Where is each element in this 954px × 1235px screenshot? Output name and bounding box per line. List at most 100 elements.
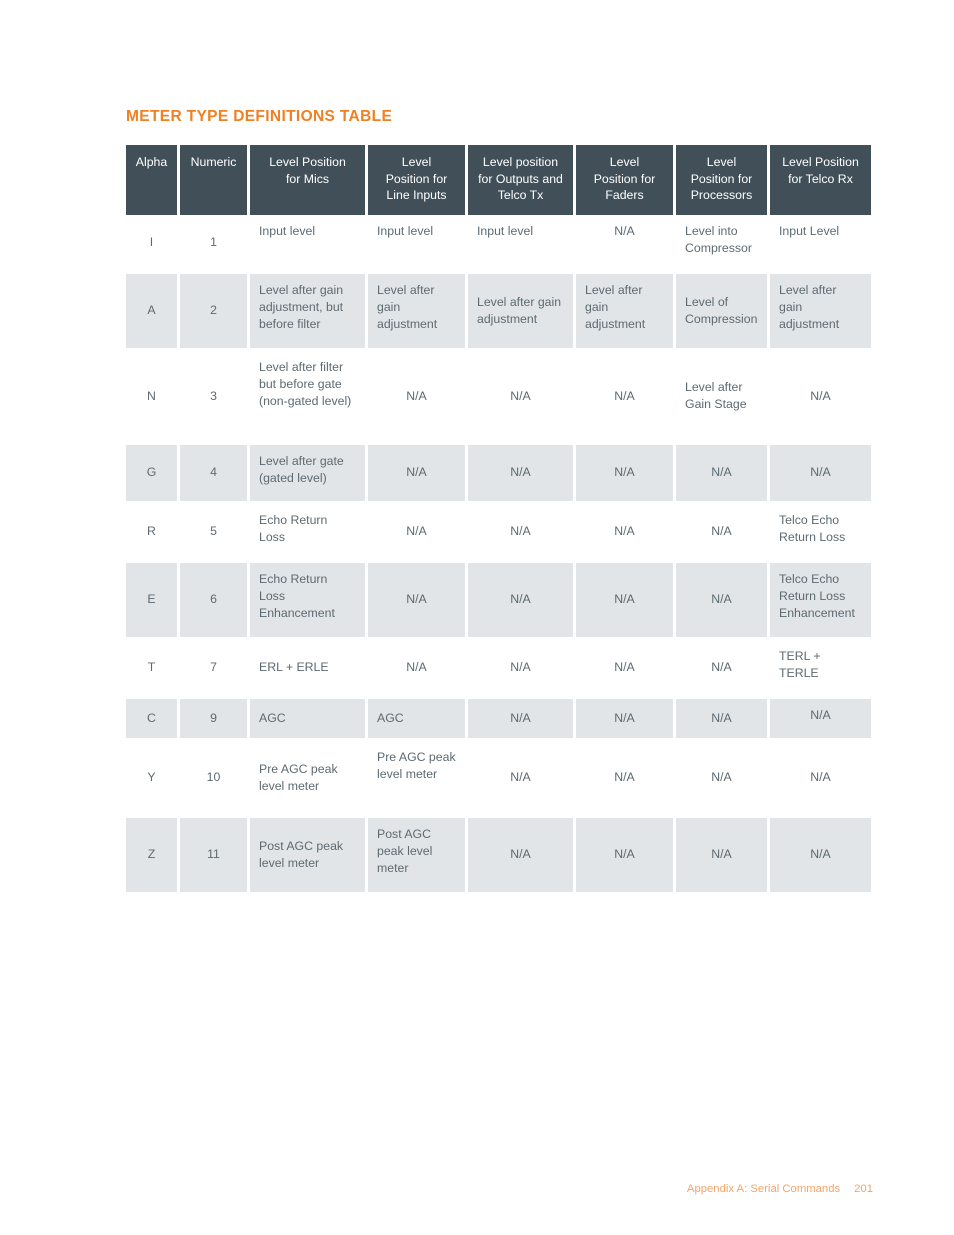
- cell-numeric: 11: [180, 817, 247, 892]
- cell-processors: N/A: [676, 503, 767, 560]
- cell-numeric: 6: [180, 562, 247, 637]
- cell-mics: Post AGC peak level meter: [250, 817, 365, 892]
- meter-type-definitions-table: Alpha Numeric Level Position for Mics Lev…: [126, 145, 873, 892]
- cell-alpha: A: [126, 273, 177, 348]
- cell-processors: Level after Gain Stage: [676, 350, 767, 442]
- table-row: E 6 Echo Return Loss Enhancement N/A N/A…: [126, 562, 871, 637]
- cell-alpha: R: [126, 503, 177, 560]
- cell-faders: Level after gain adjustment: [576, 273, 673, 348]
- cell-line-inputs: Level after gain adjustment: [368, 273, 465, 348]
- cell-faders: N/A: [576, 562, 673, 637]
- cell-alpha: E: [126, 562, 177, 637]
- footer-page-number: 201: [854, 1183, 873, 1195]
- cell-telco-rx: Telco Echo Return Loss Enhancement: [770, 562, 871, 637]
- cell-processors: N/A: [676, 444, 767, 501]
- page-title: METER TYPE DEFINITIONS TABLE: [126, 108, 393, 125]
- column-header-telco-rx: Level Position for Telco Rx: [770, 145, 871, 215]
- cell-processors: Level of Compression: [676, 273, 767, 348]
- table-header: Alpha Numeric Level Position for Mics Lev…: [126, 145, 871, 215]
- cell-numeric: 2: [180, 273, 247, 348]
- cell-numeric: 10: [180, 740, 247, 815]
- cell-outputs-telco-tx: N/A: [468, 639, 573, 696]
- cell-telco-rx: TERL + TERLE: [770, 639, 871, 696]
- cell-telco-rx: N/A: [770, 444, 871, 501]
- cell-mics: Input level: [250, 214, 365, 271]
- cell-alpha: Z: [126, 817, 177, 892]
- cell-line-inputs: Input level: [368, 214, 465, 271]
- cell-numeric: 3: [180, 350, 247, 442]
- cell-mics: Echo Return Loss: [250, 503, 365, 560]
- cell-outputs-telco-tx: Input level: [468, 214, 573, 271]
- cell-faders: N/A: [576, 740, 673, 815]
- cell-outputs-telco-tx: N/A: [468, 698, 573, 738]
- cell-outputs-telco-tx: N/A: [468, 444, 573, 501]
- cell-numeric: 4: [180, 444, 247, 501]
- table-row: R 5 Echo Return Loss N/A N/A N/A N/A Tel…: [126, 503, 871, 560]
- table: Alpha Numeric Level Position for Mics Lev…: [123, 145, 874, 892]
- cell-mics: Echo Return Loss Enhancement: [250, 562, 365, 637]
- cell-line-inputs: Pre AGC peak level meter: [368, 740, 465, 815]
- table-row: Z 11 Post AGC peak level meter Post AGC …: [126, 817, 871, 892]
- cell-faders: N/A: [576, 503, 673, 560]
- cell-outputs-telco-tx: N/A: [468, 740, 573, 815]
- cell-numeric: 7: [180, 639, 247, 696]
- column-header-line-inputs: Level Position for Line Inputs: [368, 145, 465, 215]
- column-header-alpha: Alpha: [126, 145, 177, 215]
- cell-faders: N/A: [576, 350, 673, 442]
- cell-alpha: C: [126, 698, 177, 738]
- cell-line-inputs: N/A: [368, 639, 465, 696]
- cell-mics: Pre AGC peak level meter: [250, 740, 365, 815]
- cell-line-inputs: N/A: [368, 562, 465, 637]
- cell-line-inputs: N/A: [368, 503, 465, 560]
- cell-alpha: G: [126, 444, 177, 501]
- cell-numeric: 1: [180, 214, 247, 271]
- cell-faders: N/A: [576, 639, 673, 696]
- cell-processors: N/A: [676, 740, 767, 815]
- cell-line-inputs: Post AGC peak level meter: [368, 817, 465, 892]
- footer-section-label: Appendix A: Serial Commands: [686, 1183, 841, 1195]
- table-row: G 4 Level after gate (gated level) N/A N…: [126, 444, 871, 501]
- cell-processors: N/A: [676, 817, 767, 892]
- cell-alpha: Y: [126, 740, 177, 815]
- cell-line-inputs: AGC: [368, 698, 465, 738]
- cell-outputs-telco-tx: N/A: [468, 562, 573, 637]
- cell-processors: Level into Compressor: [676, 214, 767, 271]
- cell-outputs-telco-tx: N/A: [468, 350, 573, 442]
- cell-alpha: I: [126, 214, 177, 271]
- cell-telco-rx: Level after gain adjustment: [770, 273, 871, 348]
- cell-faders: N/A: [576, 214, 673, 271]
- cell-mics: Level after gate (gated level): [250, 444, 365, 501]
- cell-processors: N/A: [676, 698, 767, 738]
- cell-mics: AGC: [250, 698, 365, 738]
- table-row: C 9 AGC AGC N/A N/A N/A N/A: [126, 698, 871, 738]
- table-row: I 1 Input level Input level Input level …: [126, 214, 871, 271]
- column-header-mics: Level Position for Mics: [250, 145, 365, 215]
- column-header-outputs-telco-tx: Level position for Outputs and Telco Tx: [468, 145, 573, 215]
- table-header-row: Alpha Numeric Level Position for Mics Lev…: [126, 145, 871, 215]
- cell-line-inputs: N/A: [368, 350, 465, 442]
- cell-mics: Level after gain adjustment, but before …: [250, 273, 365, 348]
- cell-processors: N/A: [676, 562, 767, 637]
- cell-mics: ERL + ERLE: [250, 639, 365, 696]
- cell-telco-rx: N/A: [770, 740, 871, 815]
- column-header-numeric: Numeric: [180, 145, 247, 215]
- cell-telco-rx: N/A: [770, 350, 871, 442]
- table-row: A 2 Level after gain adjustment, but bef…: [126, 273, 871, 348]
- table-row: N 3 Level after filter but before gate (…: [126, 350, 871, 442]
- cell-faders: N/A: [576, 817, 673, 892]
- page-footer: Appendix A: Serial Commands 201: [687, 1183, 873, 1195]
- table-body: I 1 Input level Input level Input level …: [126, 214, 871, 892]
- cell-telco-rx: Telco Echo Return Loss: [770, 503, 871, 560]
- table-row: Y 10 Pre AGC peak level meter Pre AGC pe…: [126, 740, 871, 815]
- cell-numeric: 5: [180, 503, 247, 560]
- cell-alpha: N: [126, 350, 177, 442]
- cell-outputs-telco-tx: Level after gain adjustment: [468, 273, 573, 348]
- cell-outputs-telco-tx: N/A: [468, 503, 573, 560]
- cell-processors: N/A: [676, 639, 767, 696]
- cell-outputs-telco-tx: N/A: [468, 817, 573, 892]
- cell-faders: N/A: [576, 698, 673, 738]
- cell-mics: Level after filter but before gate (non-…: [250, 350, 365, 442]
- cell-telco-rx: Input Level: [770, 214, 871, 271]
- cell-alpha: T: [126, 639, 177, 696]
- table-row: T 7 ERL + ERLE N/A N/A N/A N/A TERL + TE…: [126, 639, 871, 696]
